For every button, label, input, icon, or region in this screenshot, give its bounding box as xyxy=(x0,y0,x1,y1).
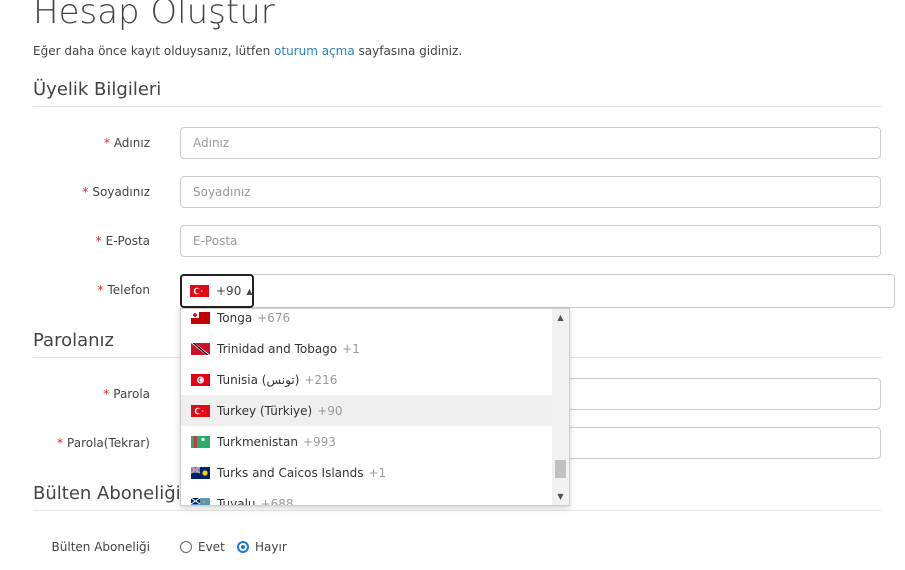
password-confirm-label: * Parola(Tekrar) xyxy=(0,436,150,450)
newsletter-label: Bülten Aboneliği xyxy=(51,540,150,554)
phone-label: * Telefon xyxy=(0,283,150,297)
email-label: * E-Posta xyxy=(0,234,150,248)
phone-label-text: Telefon xyxy=(107,283,150,297)
subtitle-text-before: Eğer daha önce kayıt olduysanız, lütfen xyxy=(33,44,275,58)
page-title: Hesap Oluştur xyxy=(33,0,275,32)
section-title-membership: Üyelik Bilgileri xyxy=(33,79,162,100)
last-name-label: * Soyadınız xyxy=(0,185,150,199)
scroll-up-arrow-icon[interactable]: ▲ xyxy=(552,309,569,326)
newsletter-yes-option[interactable]: Evet xyxy=(180,540,225,554)
country-item-trinidad[interactable]: Trinidad and Tobago +1 xyxy=(181,333,553,364)
country-dial: +216 xyxy=(304,372,338,387)
country-item-turkey[interactable]: Turkey (Türkiye) +90 xyxy=(181,395,553,426)
country-name: Tuvalu xyxy=(217,496,256,506)
country-dropdown[interactable]: Tonga +676 Trinidad and Tobago +1 Tunisia … xyxy=(180,308,570,506)
email-input[interactable] xyxy=(180,225,881,257)
subtitle-text-after: sayfasına gidiniz. xyxy=(354,44,463,58)
page-subtitle: Eğer daha önce kayıt olduysanız, lütfen … xyxy=(33,44,462,58)
password-label-text: Parola xyxy=(113,387,150,401)
country-name: Turkey (Türkiye) xyxy=(217,403,313,418)
last-name-input[interactable] xyxy=(180,176,881,208)
required-mark: * xyxy=(57,436,64,450)
country-name: Turks and Caicos Islands xyxy=(217,465,364,480)
country-item-tunisia[interactable]: Tunisia (‫تونس‬‎) +216 xyxy=(181,364,553,395)
country-dial: +676 xyxy=(257,310,291,325)
country-dial: +993 xyxy=(302,434,336,449)
flag-tuvalu-icon xyxy=(190,497,210,505)
country-item-turks-caicos[interactable]: Turks and Caicos Islands +1 xyxy=(181,457,553,488)
required-mark: * xyxy=(82,185,89,199)
caret-up-icon: ▲ xyxy=(246,286,253,296)
country-name: Tonga xyxy=(217,310,253,325)
radio-yes[interactable] xyxy=(180,541,192,553)
password-label: * Parola xyxy=(0,387,150,401)
country-item-tuvalu[interactable]: Tuvalu +688 xyxy=(181,488,553,506)
country-code-selector[interactable]: +90 ▲ xyxy=(180,274,254,308)
selected-dial-code: +90 xyxy=(216,284,242,298)
first-name-label-text: Adınız xyxy=(113,136,150,150)
country-name: Turkmenistan xyxy=(217,434,298,449)
country-dial: +90 xyxy=(317,403,343,418)
section-title-newsletter: Bülten Aboneliği xyxy=(33,483,181,504)
country-list: Tonga +676 Trinidad and Tobago +1 Tunisia … xyxy=(181,309,553,506)
newsletter-yes-label: Evet xyxy=(198,540,225,554)
country-dial: +688 xyxy=(260,496,294,506)
country-item-turkmenistan[interactable]: Turkmenistan +993 xyxy=(181,426,553,457)
section-divider xyxy=(33,106,881,107)
required-mark: * xyxy=(95,234,102,248)
phone-input[interactable] xyxy=(180,274,895,308)
login-link[interactable]: oturum açma xyxy=(274,44,355,58)
flag-trinidad-icon xyxy=(191,342,210,355)
required-mark: * xyxy=(103,136,110,150)
country-item-tonga[interactable]: Tonga +676 xyxy=(181,309,553,333)
section-divider xyxy=(33,510,881,511)
country-name: Trinidad and Tobago xyxy=(217,341,338,356)
country-dial: +1 xyxy=(342,341,360,356)
flag-turkey-icon xyxy=(190,285,209,297)
country-dial: +1 xyxy=(368,465,387,480)
country-name: Tunisia (‫تونس‬‎) xyxy=(217,372,300,387)
newsletter-no-option[interactable]: Hayır xyxy=(237,540,287,554)
first-name-label: * Adınız xyxy=(0,136,150,150)
newsletter-no-label: Hayır xyxy=(255,540,287,554)
required-mark: * xyxy=(97,283,104,297)
flag-tonga-icon xyxy=(191,311,210,324)
section-title-password: Parolanız xyxy=(33,330,114,351)
flag-turkey-icon xyxy=(191,404,210,417)
dropdown-scrollbar[interactable]: ▲ ▼ xyxy=(552,309,569,505)
flag-tunisia-icon xyxy=(191,373,210,386)
password-confirm-label-text: Parola(Tekrar) xyxy=(67,436,150,450)
flag-turkmenistan-icon xyxy=(191,435,210,448)
radio-no[interactable] xyxy=(237,541,249,553)
flag-turks-caicos-icon xyxy=(190,466,210,479)
email-label-text: E-Posta xyxy=(105,234,150,248)
scrollbar-thumb[interactable] xyxy=(555,460,566,478)
scroll-down-arrow-icon[interactable]: ▼ xyxy=(552,488,569,505)
first-name-input[interactable] xyxy=(180,127,881,159)
last-name-label-text: Soyadınız xyxy=(92,185,150,199)
required-mark: * xyxy=(103,387,110,401)
